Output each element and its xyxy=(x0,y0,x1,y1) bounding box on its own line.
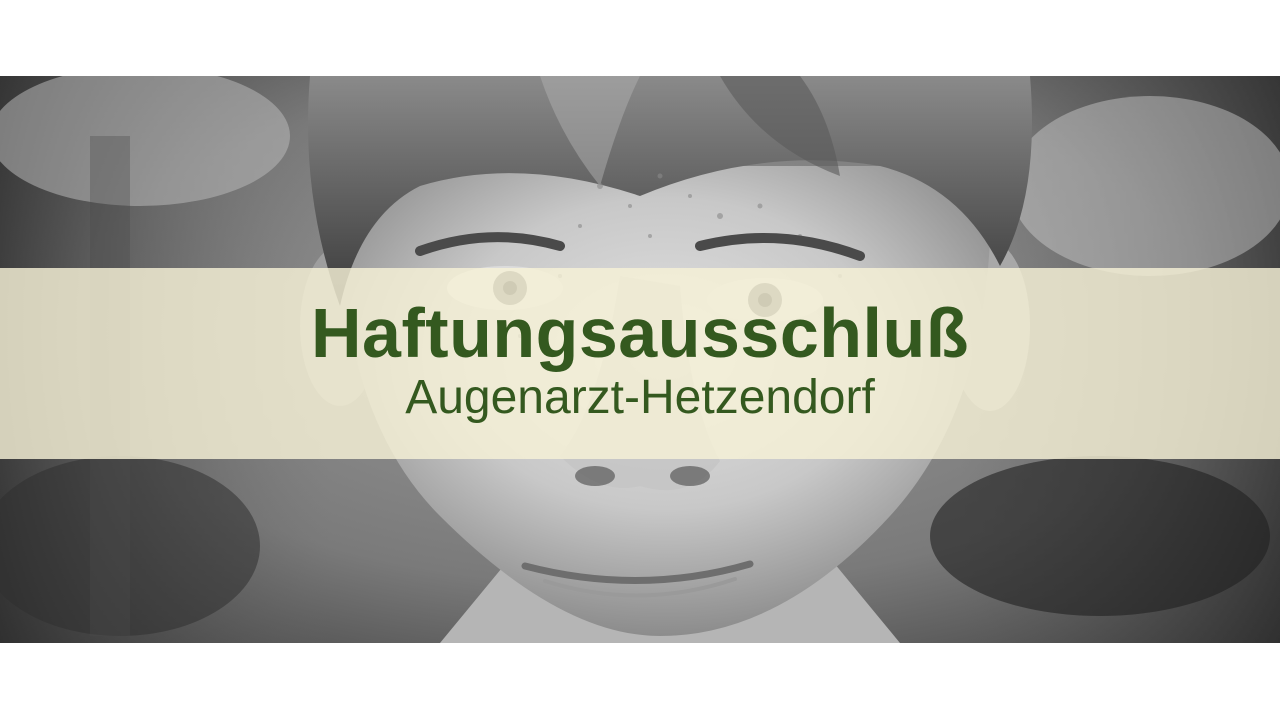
title-banner: Haftungsausschluß Augenarzt-Hetzendorf xyxy=(0,268,1280,459)
page: Haftungsausschluß Augenarzt-Hetzendorf xyxy=(0,0,1280,720)
page-title: Haftungsausschluß xyxy=(310,293,970,372)
page-subtitle: Augenarzt-Hetzendorf xyxy=(405,370,875,424)
